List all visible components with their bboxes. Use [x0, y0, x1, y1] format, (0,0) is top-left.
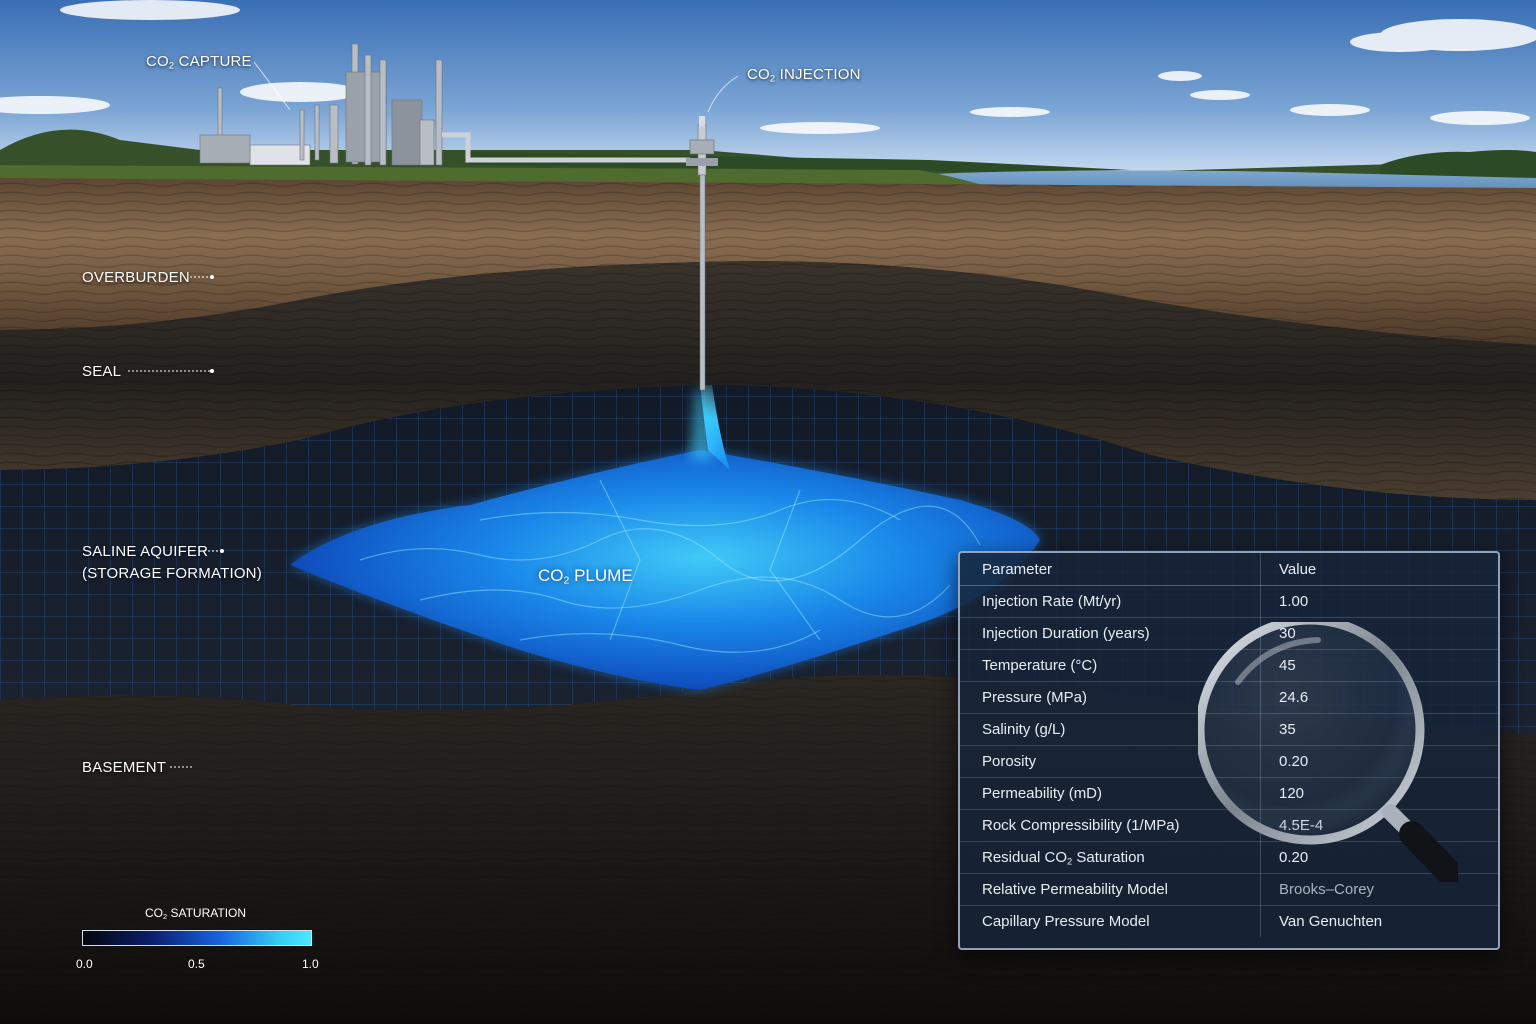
magnifier-icon	[1198, 622, 1458, 882]
param-cell: Injection Rate (Mt/yr)	[960, 585, 1261, 618]
co2-injection-label: CO2 INJECTION	[747, 66, 861, 84]
basement-label: BASEMENT	[82, 759, 167, 776]
injection-well	[699, 174, 706, 391]
co2-plume-label: CO2 PLUME	[538, 566, 633, 587]
storage-formation-label: (STORAGE FORMATION)	[82, 565, 262, 582]
value-cell: Van Genuchten	[1279, 913, 1383, 930]
saturation-color-bar	[82, 930, 312, 946]
table-row: Capillary Pressure Model Van Genuchten	[960, 905, 1498, 937]
legend-tick-mid: 0.5	[188, 957, 205, 971]
param-cell: Capillary Pressure Model	[960, 905, 1261, 937]
header-value: Value	[1260, 553, 1498, 586]
co2-capture-label: CO2 CAPTURE	[146, 53, 252, 71]
header-parameter: Parameter	[960, 553, 1261, 586]
legend-tick-min: 0.0	[76, 957, 93, 971]
legend-tick-max: 1.0	[302, 957, 319, 971]
co2-storage-diagram: CO2 CAPTURE CO2 INJECTION OVERBURDEN SEA…	[0, 0, 1536, 1024]
table-header-row: Parameter Value	[960, 553, 1498, 586]
overburden-label: OVERBURDEN	[82, 269, 190, 286]
saline-aquifer-label: SALINE AQUIFER	[82, 543, 209, 560]
table-row: Injection Rate (Mt/yr) 1.00	[960, 585, 1498, 618]
value-cell: 1.00	[1260, 585, 1498, 618]
seal-label: SEAL	[82, 363, 122, 380]
saturation-legend-title: CO2 SATURATION	[145, 906, 247, 921]
